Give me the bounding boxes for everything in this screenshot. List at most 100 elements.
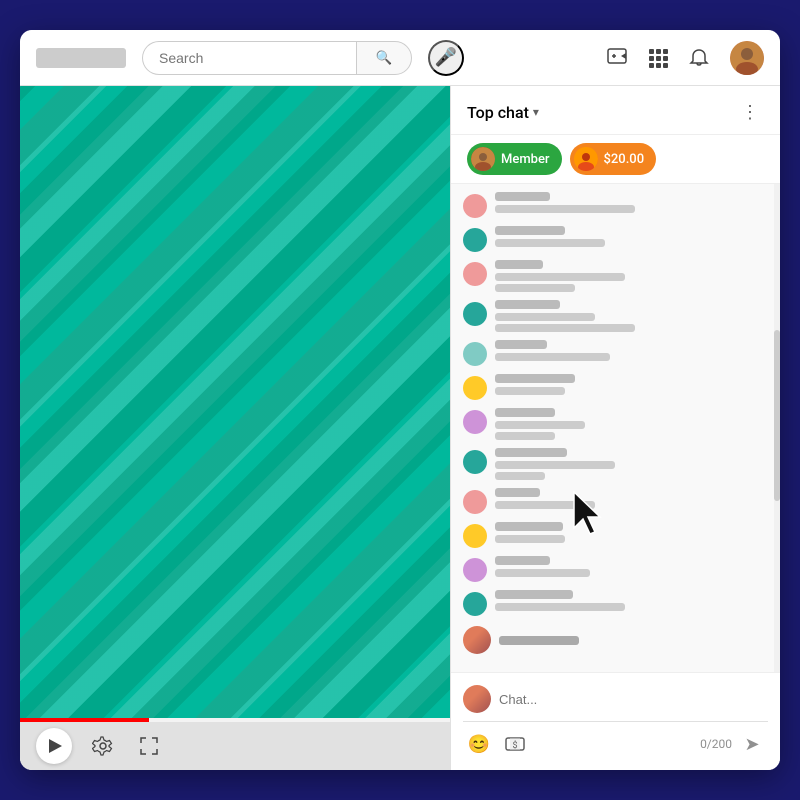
message-name xyxy=(495,300,560,309)
message-text xyxy=(495,461,615,469)
message-avatar xyxy=(463,376,487,400)
message-avatar xyxy=(463,592,487,616)
message-text xyxy=(495,603,625,611)
chat-message[interactable] xyxy=(451,404,780,444)
search-input[interactable] xyxy=(142,41,356,75)
message-content xyxy=(495,340,768,361)
youtube-logo xyxy=(36,48,126,68)
notifications-button[interactable] xyxy=(688,47,710,69)
message-text-2 xyxy=(495,472,545,480)
message-content xyxy=(495,408,768,440)
superchat-avatar xyxy=(574,147,598,171)
message-text xyxy=(495,273,625,281)
create-button[interactable] xyxy=(606,47,628,69)
video-canvas[interactable] xyxy=(20,86,450,718)
emoji-button[interactable]: 😊 xyxy=(463,728,495,760)
message-avatar xyxy=(463,524,487,548)
message-avatar xyxy=(463,302,487,326)
member-avatar xyxy=(471,147,495,171)
play-button[interactable] xyxy=(36,728,72,764)
chat-header: Top chat ▾ ⋮ xyxy=(451,86,780,135)
message-name xyxy=(495,488,540,497)
chat-message[interactable] xyxy=(451,484,780,518)
message-name xyxy=(495,556,550,565)
superchat-button[interactable]: $ xyxy=(499,728,531,760)
chat-message[interactable] xyxy=(451,552,780,586)
filter-superchat-chip[interactable]: $20.00 xyxy=(570,143,657,175)
chat-message[interactable] xyxy=(451,256,780,296)
user-message-avatar xyxy=(463,626,491,654)
message-name xyxy=(495,226,565,235)
message-text xyxy=(495,501,595,509)
message-avatar xyxy=(463,194,487,218)
message-text xyxy=(495,421,585,429)
topbar: 🔍 🎤 xyxy=(20,30,780,86)
chat-message[interactable] xyxy=(451,188,780,222)
chat-scrollbar xyxy=(774,184,780,672)
chat-message[interactable] xyxy=(451,518,780,552)
filter-member-chip[interactable]: Member xyxy=(467,143,562,175)
message-name xyxy=(495,340,547,349)
chat-message[interactable] xyxy=(451,296,780,336)
message-name xyxy=(495,448,567,457)
message-text xyxy=(495,387,565,395)
chat-toolbar: 😊 $ 0/200 ➤ xyxy=(463,726,768,762)
chat-message[interactable] xyxy=(451,444,780,484)
chat-scrollbar-thumb[interactable] xyxy=(774,330,780,501)
fullscreen-button[interactable] xyxy=(134,731,164,761)
chat-title-text: Top chat xyxy=(467,103,529,122)
chat-input[interactable] xyxy=(499,692,768,707)
char-count: 0/200 xyxy=(700,737,732,751)
message-text xyxy=(495,535,565,543)
message-content xyxy=(495,192,768,213)
svg-text:$: $ xyxy=(512,740,517,751)
message-content xyxy=(495,260,768,292)
apps-button[interactable] xyxy=(648,48,668,68)
progress-bar[interactable] xyxy=(20,718,450,722)
message-content xyxy=(495,300,768,332)
user-avatar[interactable] xyxy=(730,41,764,75)
message-text xyxy=(495,569,590,577)
chat-panel: Top chat ▾ ⋮ xyxy=(450,86,780,770)
message-text-2 xyxy=(495,324,635,332)
message-name xyxy=(495,192,550,201)
search-button[interactable]: 🔍 xyxy=(356,41,412,75)
chat-bottom-actions xyxy=(463,681,768,717)
chat-title: Top chat ▾ xyxy=(467,103,539,122)
chat-message[interactable] xyxy=(451,222,780,256)
chat-messages[interactable] xyxy=(451,184,780,672)
message-name xyxy=(495,522,563,531)
settings-button[interactable] xyxy=(88,731,118,761)
topbar-icons xyxy=(606,41,764,75)
message-avatar xyxy=(463,228,487,252)
send-icon: ➤ xyxy=(744,734,759,755)
message-text-2 xyxy=(495,284,575,292)
mic-icon: 🎤 xyxy=(435,47,457,68)
message-content xyxy=(495,448,768,480)
user-chat-row xyxy=(451,620,780,660)
message-avatar xyxy=(463,342,487,366)
mic-button[interactable]: 🎤 xyxy=(428,40,464,76)
message-content xyxy=(495,590,768,611)
message-content xyxy=(495,488,768,509)
chat-input-divider xyxy=(463,721,768,722)
send-button[interactable]: ➤ xyxy=(736,728,768,760)
more-icon: ⋮ xyxy=(741,102,759,123)
chat-message[interactable] xyxy=(451,586,780,620)
message-avatar xyxy=(463,410,487,434)
message-text xyxy=(495,239,605,247)
chat-filter-bar: Member $20.00 xyxy=(451,135,780,184)
message-name xyxy=(495,590,573,599)
chat-more-button[interactable]: ⋮ xyxy=(736,98,764,126)
user-avatar-small xyxy=(463,685,491,713)
search-container: 🔍 xyxy=(142,41,412,75)
chat-message[interactable] xyxy=(451,370,780,404)
message-content xyxy=(495,556,768,577)
chat-dropdown-icon[interactable]: ▾ xyxy=(533,105,539,119)
user-message-name xyxy=(499,636,579,645)
chat-message[interactable] xyxy=(451,336,780,370)
member-chip-label: Member xyxy=(501,152,550,167)
message-avatar xyxy=(463,450,487,474)
message-name xyxy=(495,408,555,417)
message-text xyxy=(495,205,635,213)
